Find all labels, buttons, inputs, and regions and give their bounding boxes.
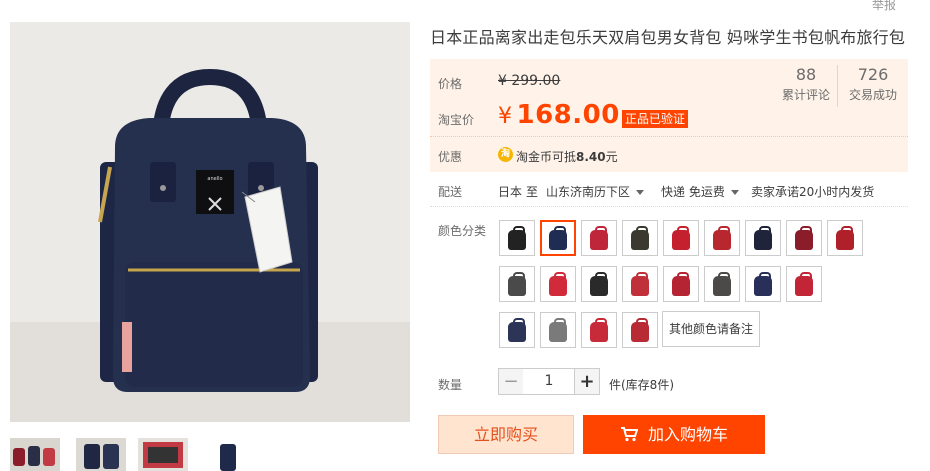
- other-color-option[interactable]: 其他颜色请备注: [662, 311, 761, 347]
- backpack-thumbnail-icon: [707, 223, 737, 253]
- color-swatch[interactable]: [499, 220, 535, 256]
- shipping-method-text: 快递 免运费: [661, 185, 725, 199]
- quantity-input[interactable]: 1: [523, 368, 575, 395]
- backpack-thumbnail-icon: [543, 223, 573, 253]
- backpack-thumbnail-icon: [502, 315, 532, 345]
- backpack-thumbnail-icon: [789, 269, 819, 299]
- color-swatch[interactable]: [581, 220, 617, 256]
- verified-badge: 正品已验证: [622, 110, 689, 128]
- price-panel: 价格 ¥ 299.00 淘宝价 ¥168.00 正品已验证 88 累计评论 72…: [430, 59, 908, 136]
- backpack-thumbnail-icon: [543, 315, 573, 345]
- backpack-thumbnail-icon: [584, 315, 614, 345]
- color-swatch[interactable]: [540, 220, 576, 256]
- color-swatch[interactable]: [622, 220, 658, 256]
- backpack-thumbnail-icon: [584, 223, 614, 253]
- add-to-cart-button[interactable]: 加入购物车: [583, 415, 765, 454]
- product-page: anello 举报 日本正品离家出走包乐天双肩包男女背包 妈咪学生书包帆布旅行包…: [0, 0, 930, 471]
- backpack-thumbnail-icon: [830, 223, 860, 253]
- color-swatch[interactable]: [704, 220, 740, 256]
- thumbnail-4[interactable]: [202, 438, 252, 471]
- promo-label: 优惠: [438, 150, 463, 164]
- buy-now-button[interactable]: 立即购买: [438, 415, 574, 454]
- backpack-thumbnail-icon: [502, 269, 532, 299]
- sales-stat: 726 交易成功: [849, 65, 897, 103]
- shipping-row: 配送 日本 至 山东济南历下区 快递 免运费 卖家承诺20小时内发货: [430, 180, 908, 202]
- destination-select[interactable]: 山东济南历下区: [546, 183, 645, 200]
- color-swatch[interactable]: [663, 266, 699, 302]
- backpack-thumbnail-icon: [666, 223, 696, 253]
- sales-label: 交易成功: [849, 88, 898, 102]
- quantity-increase-button[interactable]: +: [574, 368, 600, 395]
- color-swatch[interactable]: [499, 312, 535, 348]
- color-swatch[interactable]: [622, 312, 658, 348]
- currency-symbol: ¥: [498, 104, 513, 129]
- promo-text: 淘金币可抵8.40元: [516, 148, 618, 165]
- reviews-label: 累计评论: [782, 88, 831, 102]
- backpack-thumbnail-icon: [707, 269, 737, 299]
- ship-to-word: 至: [526, 185, 539, 199]
- backpack-thumbnail-icon: [625, 269, 655, 299]
- reviews-count: 88: [795, 65, 817, 84]
- shipping-method-select[interactable]: 快递 免运费: [661, 183, 739, 200]
- backpack-thumbnail-icon: [748, 269, 778, 299]
- shipping-promise: 卖家承诺20小时内发货: [751, 185, 875, 199]
- color-swatch[interactable]: [540, 266, 576, 302]
- reviews-stat[interactable]: 88 累计评论: [782, 65, 830, 103]
- color-swatch[interactable]: [663, 220, 699, 256]
- report-link[interactable]: 举报: [872, 0, 896, 13]
- shipping-label: 配送: [438, 185, 463, 199]
- chevron-down-icon: [636, 190, 645, 195]
- backpack-thumbnail-icon: [789, 223, 819, 253]
- chevron-down-icon: [730, 190, 739, 195]
- color-swatch[interactable]: [745, 266, 781, 302]
- sales-count: 726: [857, 65, 889, 84]
- stat-divider: [837, 65, 838, 107]
- thumbnail-1[interactable]: [10, 438, 60, 471]
- promo-prefix: 淘金币可抵: [516, 150, 577, 164]
- quantity-label: 数量: [438, 378, 463, 392]
- backpack-thumbnail-icon: [543, 269, 573, 299]
- product-title: 日本正品离家出走包乐天双肩包男女背包 妈咪学生书包帆布旅行包: [430, 28, 906, 47]
- taobao-price: ¥168.00: [498, 100, 620, 130]
- main-product-image[interactable]: anello: [10, 22, 410, 422]
- taobao-price-label: 淘宝价: [438, 113, 475, 127]
- backpack-thumbnail-icon: [625, 223, 655, 253]
- quantity-decrease-button[interactable]: −: [498, 368, 524, 395]
- backpack-illustration: anello: [10, 22, 410, 422]
- stock-info: 件(库存8件): [609, 378, 674, 392]
- thumbnail-3[interactable]: [138, 438, 188, 471]
- backpack-thumbnail-icon: [584, 269, 614, 299]
- color-swatch[interactable]: [786, 220, 822, 256]
- color-swatch[interactable]: [499, 266, 535, 302]
- color-swatch[interactable]: [581, 266, 617, 302]
- promo-panel: 优惠 淘 淘金币可抵8.40元: [430, 136, 908, 172]
- original-price: ¥ 299.00: [498, 73, 561, 89]
- section-divider: [430, 206, 908, 207]
- taobao-price-value: 168.00: [516, 100, 620, 130]
- color-category-label: 颜色分类: [438, 224, 487, 238]
- brand-logo-text: anello: [207, 176, 222, 182]
- color-swatch[interactable]: [581, 312, 617, 348]
- ship-from: 日本: [498, 185, 523, 199]
- backpack-thumbnail-icon: [625, 315, 655, 345]
- color-swatch[interactable]: [540, 312, 576, 348]
- add-to-cart-label: 加入购物车: [647, 425, 728, 444]
- backpack-thumbnail-icon: [502, 223, 532, 253]
- promo-suffix: 元: [605, 150, 618, 164]
- backpack-thumbnail-icon: [748, 223, 778, 253]
- backpack-thumbnail-icon: [666, 269, 696, 299]
- taobao-coin-icon: 淘: [498, 147, 513, 162]
- promo-amount: 8.40: [576, 150, 606, 164]
- thumbnail-strip: [10, 438, 430, 471]
- color-swatch[interactable]: [622, 266, 658, 302]
- color-swatch[interactable]: [704, 266, 740, 302]
- destination-text: 山东济南历下区: [546, 185, 631, 199]
- cart-icon: [620, 427, 638, 442]
- thumbnail-2[interactable]: [76, 438, 126, 471]
- color-swatch[interactable]: [827, 220, 863, 256]
- color-swatch[interactable]: [745, 220, 781, 256]
- original-price-label: 价格: [438, 77, 463, 91]
- color-swatch[interactable]: [786, 266, 822, 302]
